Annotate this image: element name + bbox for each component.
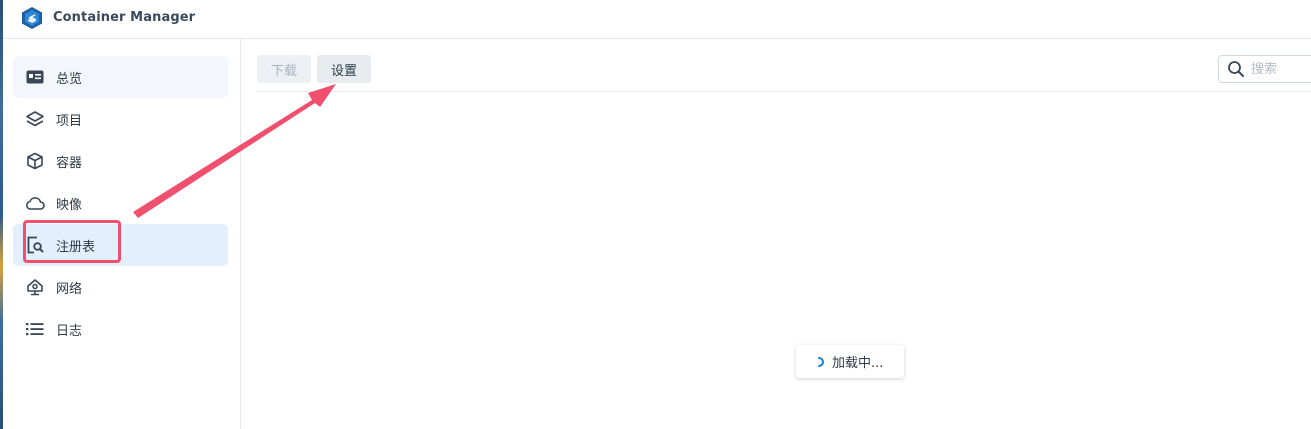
sidebar-item-label: 项目 xyxy=(56,113,83,129)
list-icon xyxy=(25,319,45,339)
toolbar-divider xyxy=(257,91,1311,92)
sidebar-item-image[interactable]: 映像 xyxy=(13,182,228,224)
cloud-icon xyxy=(25,193,45,213)
search-icon xyxy=(1228,61,1244,77)
cube-icon xyxy=(25,151,45,171)
download-button[interactable]: 下载 xyxy=(257,55,311,83)
sidebar-item-label: 网络 xyxy=(56,281,83,297)
sidebar-item-project[interactable]: 项目 xyxy=(13,98,228,140)
app-window: Container Manager 总览 项目 容器 映像 注册表 网络 日志 … xyxy=(0,0,1311,429)
sidebar-item-container[interactable]: 容器 xyxy=(13,140,228,182)
loading-indicator: 加载中... xyxy=(796,345,904,378)
sidebar-item-label: 日志 xyxy=(56,323,83,339)
sidebar-item-label: 总览 xyxy=(56,71,83,87)
spinner-icon xyxy=(818,356,824,367)
search-box[interactable] xyxy=(1218,55,1311,83)
sidebar-item-log[interactable]: 日志 xyxy=(13,308,228,350)
sidebar-item-label: 容器 xyxy=(56,155,83,171)
search-input[interactable] xyxy=(1251,61,1311,77)
container-manager-logo-icon xyxy=(22,7,42,29)
sidebar-item-label: 映像 xyxy=(56,197,83,213)
title-bar: Container Manager xyxy=(3,0,1311,39)
overview-icon xyxy=(25,67,45,87)
sidebar-item-network[interactable]: 网络 xyxy=(13,266,228,308)
annotation-highlight-box xyxy=(23,220,121,263)
loading-text: 加载中... xyxy=(832,356,884,371)
sidebar-item-overview[interactable]: 总览 xyxy=(13,56,228,98)
layers-icon xyxy=(25,109,45,129)
app-title: Container Manager xyxy=(53,10,196,25)
settings-button[interactable]: 设置 xyxy=(317,55,371,83)
network-icon xyxy=(25,277,45,297)
